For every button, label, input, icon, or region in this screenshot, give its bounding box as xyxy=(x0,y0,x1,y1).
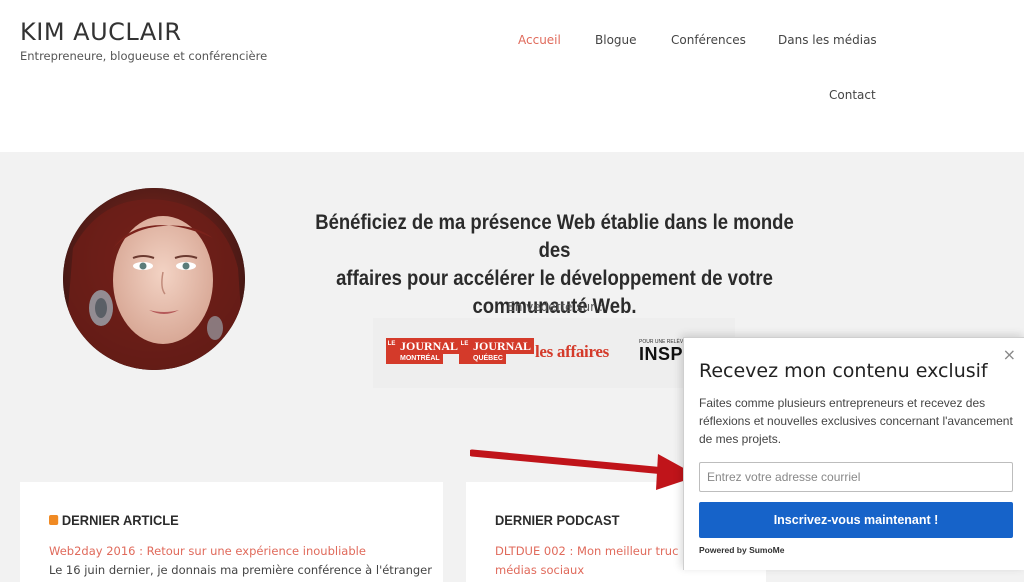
logo-prefix: LE xyxy=(386,338,397,364)
latest-article-link[interactable]: Web2day 2016 : Retour sur une expérience… xyxy=(49,544,366,558)
site-title[interactable]: KIM AUCLAIR xyxy=(20,18,182,46)
logo-city: QUÉBEC xyxy=(470,354,506,364)
logo-big-text: INSP xyxy=(639,344,684,364)
les-affaires-logo: les affaires xyxy=(535,342,609,361)
red-arrow-annotation xyxy=(470,449,698,490)
latest-podcast-title: DERNIER PODCAST xyxy=(495,512,620,528)
site-header: KIM AUCLAIR Entrepreneure, blogueuse et … xyxy=(0,0,1024,152)
portrait-image xyxy=(63,188,245,370)
latest-article-excerpt: Le 16 juin dernier, je donnais ma premiè… xyxy=(49,563,432,577)
logo-city: MONTRÉAL xyxy=(397,354,443,364)
logo-name: JOURNAL xyxy=(470,338,535,354)
nav-item-conferences[interactable]: Conférences xyxy=(671,33,746,47)
subscribe-button[interactable]: Inscrivez-vous maintenant ! xyxy=(699,502,1013,538)
popup-description: Faites comme plusieurs entrepreneurs et … xyxy=(699,396,1013,446)
profile-photo xyxy=(63,188,245,370)
logo-name: JOURNAL xyxy=(397,338,462,354)
nav-item-contact[interactable]: Contact xyxy=(829,88,876,102)
latest-podcast-link-continued[interactable]: médias sociaux xyxy=(495,563,584,577)
media-logos: LE JOURNAL MONTRÉAL LE JOURNAL QUÉBEC le… xyxy=(373,318,735,388)
newsletter-popup: × Recevez mon contenu exclusif Faites co… xyxy=(683,337,1024,570)
site-tagline: Entrepreneure, blogueuse et conférencièr… xyxy=(20,49,268,63)
latest-podcast-link[interactable]: DLTDUE 002 : Mon meilleur truc po xyxy=(495,544,696,558)
hero-heading-line: affaires pour accélérer le développement… xyxy=(336,266,773,290)
powered-by-label[interactable]: Powered by SumoMe xyxy=(699,545,785,555)
popup-title: Recevez mon contenu exclusif xyxy=(699,360,988,382)
featured-on-label: En vedette sur : xyxy=(507,300,603,314)
latest-article-card: DERNIER ARTICLE Web2day 2016 : Retour su… xyxy=(20,482,443,582)
close-icon[interactable]: × xyxy=(1003,345,1016,364)
nav-item-dans-les-medias[interactable]: Dans les médias xyxy=(778,33,877,47)
hero-heading-line: Bénéficiez de ma présence Web établie da… xyxy=(315,210,794,262)
latest-article-title: DERNIER ARTICLE xyxy=(49,512,179,528)
logo-prefix: LE xyxy=(459,338,470,364)
rss-icon xyxy=(49,515,59,526)
nav-item-accueil[interactable]: Accueil xyxy=(518,33,561,47)
nav-item-blogue[interactable]: Blogue xyxy=(595,33,637,47)
email-field[interactable] xyxy=(699,462,1013,492)
